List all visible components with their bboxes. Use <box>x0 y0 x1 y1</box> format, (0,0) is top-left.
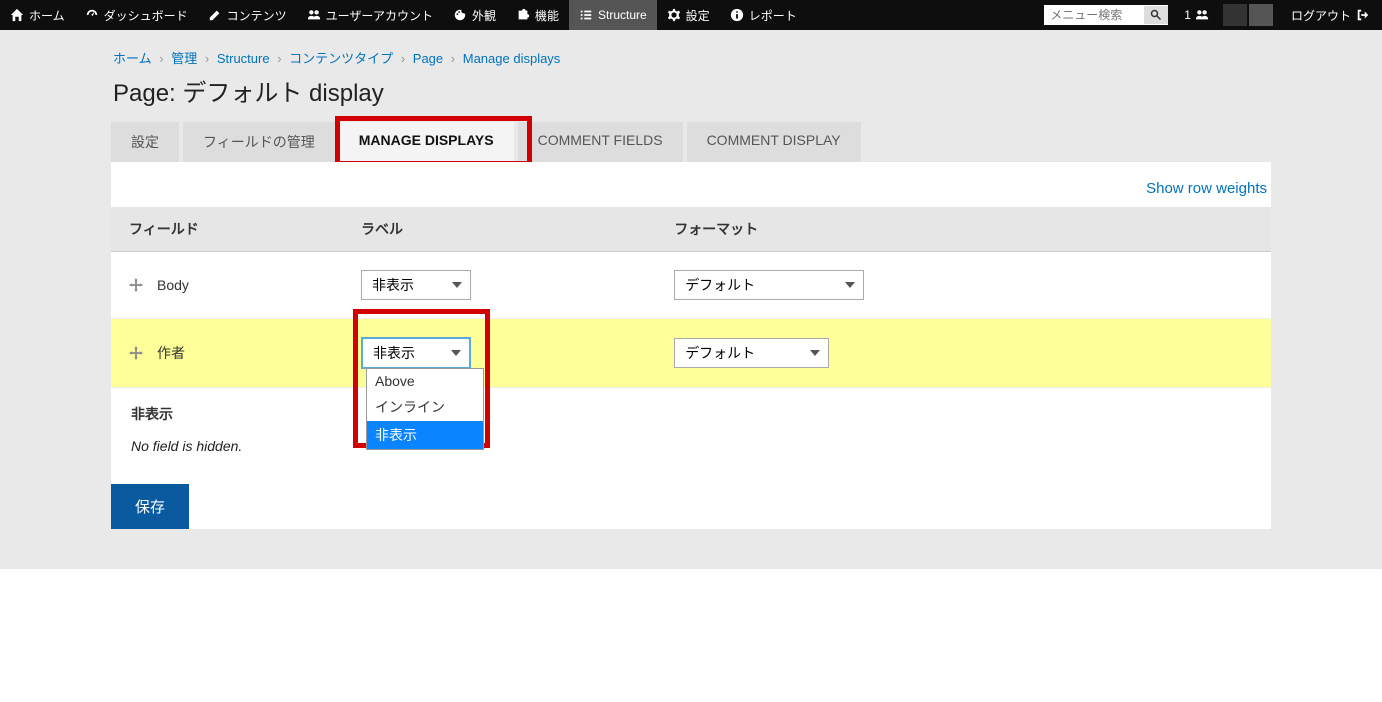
table-row: Body 非表示 デフォルト <box>111 252 1271 319</box>
chevron-right-icon <box>155 51 167 66</box>
menu-dashboard[interactable]: ダッシュボード <box>75 0 198 30</box>
field-name: Body <box>157 277 189 293</box>
chevron-right-icon <box>273 51 285 66</box>
menu-functionality-label: 機能 <box>535 7 559 24</box>
menu-config-label: 設定 <box>686 7 710 24</box>
admin-search-button[interactable] <box>1144 6 1168 24</box>
tab-manage-fields[interactable]: フィールドの管理 <box>183 122 335 162</box>
crumb-admin[interactable]: 管理 <box>171 51 197 66</box>
menu-users-label: ユーザーアカウント <box>326 7 433 24</box>
show-row-weights-link[interactable]: Show row weights <box>1146 180 1267 197</box>
chevron-right-icon <box>201 51 213 66</box>
main-panel: Show row weights フィールド ラベル フォーマット <box>111 162 1271 529</box>
table-row: 作者 非表示 Above インライン <box>111 319 1271 388</box>
user-count-number: 1 <box>1184 8 1191 22</box>
palette-icon <box>453 8 467 22</box>
user-square-1 <box>1223 4 1247 26</box>
fields-table: フィールド ラベル フォーマット Body <box>111 207 1271 388</box>
hidden-section: 非表示 No field is hidden. <box>111 388 1271 464</box>
menu-structure-label: Structure <box>598 8 647 22</box>
move-icon <box>129 346 143 360</box>
option-hidden[interactable]: 非表示 <box>367 421 483 449</box>
menu-functionality[interactable]: 機能 <box>506 0 569 30</box>
pencil-icon <box>208 8 222 22</box>
crumb-structure[interactable]: Structure <box>217 51 270 66</box>
label-select-body[interactable]: 非表示 <box>361 270 471 300</box>
field-name: 作者 <box>157 343 185 363</box>
crumb-home[interactable]: ホーム <box>113 51 152 66</box>
menu-reports[interactable]: レポート <box>720 0 807 30</box>
primary-tabs: 設定 フィールドの管理 MANAGE DISPLAYS COMMENT FIEL… <box>111 122 1271 162</box>
search-icon <box>1150 9 1162 21</box>
admin-search <box>1044 5 1168 25</box>
admin-search-input[interactable] <box>1044 5 1144 25</box>
crumb-manage-displays[interactable]: Manage displays <box>463 51 561 66</box>
chevron-right-icon <box>397 51 409 66</box>
menu-home[interactable]: ホーム <box>0 0 75 30</box>
format-select-body[interactable]: デフォルト <box>674 270 864 300</box>
users-small-icon <box>1195 8 1209 22</box>
users-icon <box>307 8 321 22</box>
user-count[interactable]: 1 <box>1176 8 1217 22</box>
structure-icon <box>579 8 593 22</box>
show-row-weights-wrap: Show row weights <box>111 180 1271 197</box>
tab-comment-fields[interactable]: COMMENT FIELDS <box>518 122 683 162</box>
chevron-right-icon <box>447 51 459 66</box>
admin-toolbar: ホーム ダッシュボード コンテンツ ユーザーアカウント 外観 機能 Struct… <box>0 0 1382 30</box>
breadcrumb: ホーム 管理 Structure コンテンツタイプ Page Manage di… <box>111 48 1271 67</box>
tab-comment-display[interactable]: COMMENT DISPLAY <box>687 122 861 162</box>
gear-icon <box>667 8 681 22</box>
menu-reports-label: レポート <box>749 7 797 24</box>
tab-settings[interactable]: 設定 <box>111 122 179 162</box>
menu-users[interactable]: ユーザーアカウント <box>297 0 443 30</box>
th-label: ラベル <box>343 207 656 252</box>
label-select-author[interactable]: 非表示 <box>361 337 471 369</box>
th-field: フィールド <box>111 207 343 252</box>
menu-home-label: ホーム <box>29 7 65 24</box>
format-select-author[interactable]: デフォルト <box>674 338 829 368</box>
hidden-message: No field is hidden. <box>131 438 1251 454</box>
tab-manage-displays[interactable]: MANAGE DISPLAYS <box>339 122 514 162</box>
page-title: Page: デフォルト display <box>111 73 1271 108</box>
user-color-squares[interactable] <box>1217 4 1279 26</box>
admin-menu: ホーム ダッシュボード コンテンツ ユーザーアカウント 外観 機能 Struct… <box>0 0 807 30</box>
label-dropdown-open: Above インライン 非表示 <box>366 368 484 450</box>
drag-handle[interactable]: Body <box>129 277 325 293</box>
info-icon <box>730 8 744 22</box>
menu-dashboard-label: ダッシュボード <box>104 7 188 24</box>
menu-structure[interactable]: Structure <box>569 0 657 30</box>
crumb-page[interactable]: Page <box>413 51 443 66</box>
move-icon <box>129 278 143 292</box>
drag-handle[interactable]: 作者 <box>129 343 325 363</box>
option-inline[interactable]: インライン <box>367 393 483 421</box>
table-header-row: フィールド ラベル フォーマット <box>111 207 1271 252</box>
logout-icon <box>1356 8 1370 22</box>
menu-content[interactable]: コンテンツ <box>198 0 297 30</box>
user-square-2 <box>1249 4 1273 26</box>
crumb-content-types[interactable]: コンテンツタイプ <box>289 51 393 66</box>
menu-appearance[interactable]: 外観 <box>443 0 506 30</box>
option-above[interactable]: Above <box>367 369 483 393</box>
th-format: フォーマット <box>656 207 1271 252</box>
menu-appearance-label: 外観 <box>472 7 496 24</box>
logout-label: ログアウト <box>1291 7 1351 24</box>
puzzle-icon <box>516 8 530 22</box>
menu-content-label: コンテンツ <box>227 7 287 24</box>
save-button[interactable]: 保存 <box>111 484 189 529</box>
menu-config[interactable]: 設定 <box>657 0 720 30</box>
logout-link[interactable]: ログアウト <box>1279 7 1382 24</box>
hidden-header: 非表示 <box>131 404 1251 424</box>
home-icon <box>10 8 24 22</box>
dashboard-icon <box>85 8 99 22</box>
